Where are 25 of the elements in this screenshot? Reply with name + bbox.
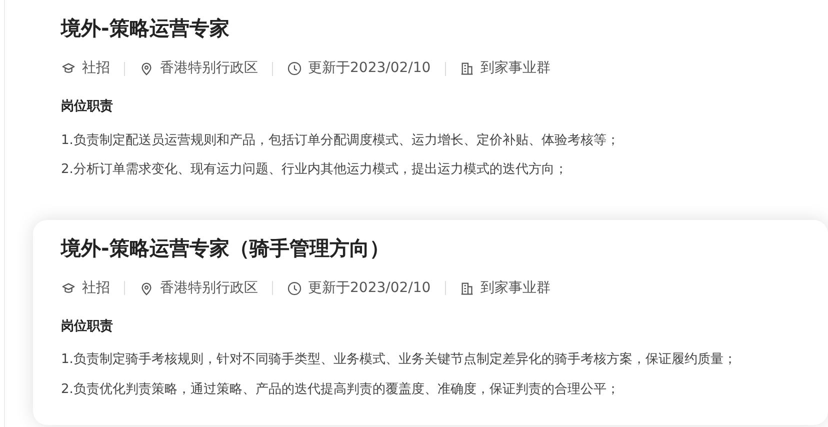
duty-text: 2.负责优化判责策略，通过策略、产品的迭代提高判责的覆盖度、准确度，保证判责的合理公平；	[61, 380, 620, 398]
meta-text: 社招	[82, 278, 110, 298]
section-heading: 岗位职责	[61, 318, 114, 336]
meta-text: 香港特别行政区	[160, 278, 258, 298]
duty-text: 1.负责制定配送员运营规则和产品，包括订单分配调度模式、运力增长、定价补贴、体验考核等；	[61, 132, 620, 150]
meta-text: 到家事业群	[480, 59, 551, 78]
location-pin-icon	[139, 280, 154, 296]
clock-icon	[287, 61, 302, 76]
meta-text: 更新于2023/02/10	[308, 278, 431, 298]
meta-text: 到家事业群	[480, 278, 551, 298]
section-heading: 岗位职责	[61, 98, 114, 116]
meta-text: 更新于2023/02/10	[308, 59, 431, 78]
job-title: 境外-策略运营专家（骑手管理方向）	[61, 236, 390, 260]
job-title: 境外-策略运营专家	[61, 16, 230, 40]
clock-icon	[287, 280, 302, 296]
meta-text: 社招	[82, 59, 110, 78]
meta-text: 香港特别行政区	[160, 59, 258, 78]
location-pin-icon	[139, 61, 154, 76]
duty-text: 2.分析订单需求变化、现有运力问题、行业内其他运力模式，提出运力模式的迭代方向；	[61, 161, 568, 179]
building-icon	[460, 61, 475, 76]
job-card[interactable]: 境外-策略运营专家（骑手管理方向） 社招 香港特别行政区 更新于2023/02/10 到家事业群 岗位职责 1.负责制定骑手考核规则，针对不同骑手类型、业务模式、业务关键节点制定差异化的骑手考核方案，保证履约质量； 2.负责优化判责策略，通过策略、产品的迭代提高判责的覆盖度、准确度，保证判责的合理公平；	[33, 220, 828, 425]
duty-text: 1.负责制定骑手考核规则，针对不同骑手类型、业务模式、业务关键节点制定差异化的骑手考核方案，保证履约质量；	[61, 351, 738, 369]
cap-icon	[61, 61, 76, 76]
cap-icon	[61, 280, 76, 296]
building-icon	[460, 280, 475, 296]
